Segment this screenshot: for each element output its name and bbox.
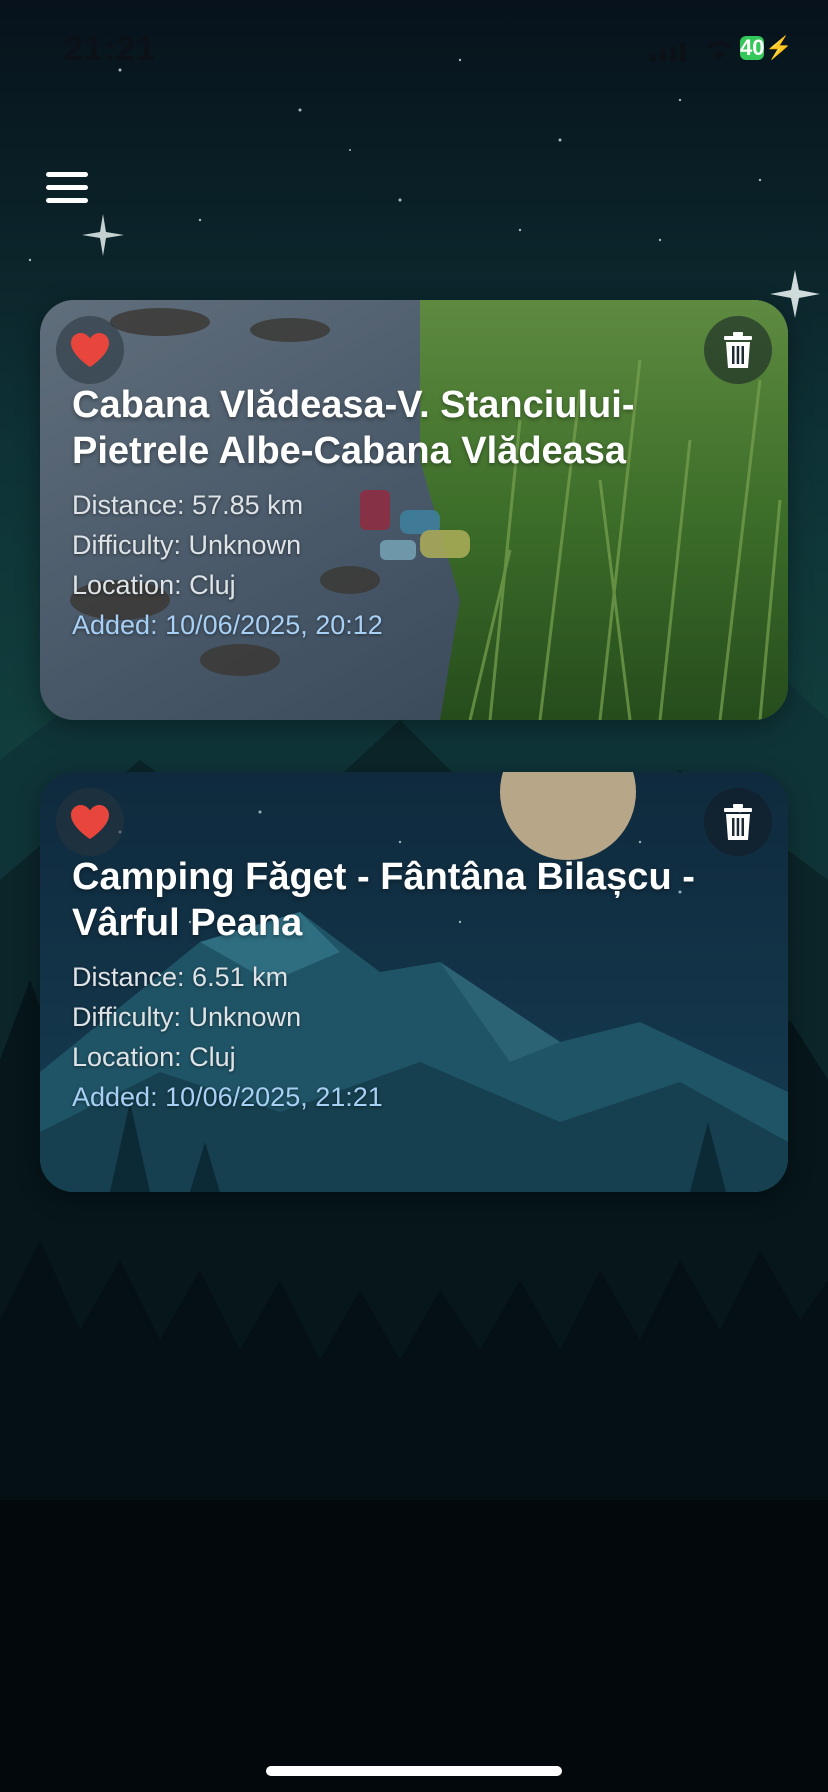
trail-difficulty: Difficulty: Unknown [72,1002,302,1032]
battery-indicator: 40 ⚡ [740,34,792,62]
trash-icon [724,332,752,368]
heart-icon [71,805,109,839]
trail-difficulty: Difficulty: Unknown [72,530,302,560]
wifi-icon [706,41,732,60]
trail-location: Location: Cluj [72,1042,236,1072]
trail-card[interactable]: Camping Făget - Fântâna Bilașcu - Vârful… [40,772,788,1192]
trail-location: Location: Cluj [72,570,236,600]
hamburger-menu-icon [46,172,88,177]
cellular-signal-icon [650,42,686,62]
trail-title: Cabana Vlădeasa-V. Stanciului-Pietrele A… [72,384,635,472]
menu-button[interactable] [44,170,92,206]
trail-added-date: Added: 10/06/2025, 21:21 [72,1082,383,1112]
delete-button[interactable] [704,788,772,856]
favorite-button[interactable] [56,316,124,384]
trail-distance: Distance: 6.51 km [72,962,289,992]
trail-distance: Distance: 57.85 km [72,490,304,520]
battery-level: 40 [740,35,765,60]
delete-button[interactable] [704,316,772,384]
status-bar: 21:21 40 ⚡ [0,0,828,100]
heart-icon [71,333,109,367]
status-time: 21:21 [64,30,156,68]
favorite-button[interactable] [56,788,124,856]
charging-bolt-icon: ⚡ [765,35,793,60]
trail-added-date: Added: 10/06/2025, 20:12 [72,610,383,640]
trail-card[interactable]: Cabana Vlădeasa-V. Stanciului-Pietrele A… [40,300,788,720]
home-indicator[interactable] [266,1766,562,1776]
trash-icon [724,804,752,840]
trail-title: Camping Făget - Fântâna Bilașcu - Vârful… [72,856,695,944]
